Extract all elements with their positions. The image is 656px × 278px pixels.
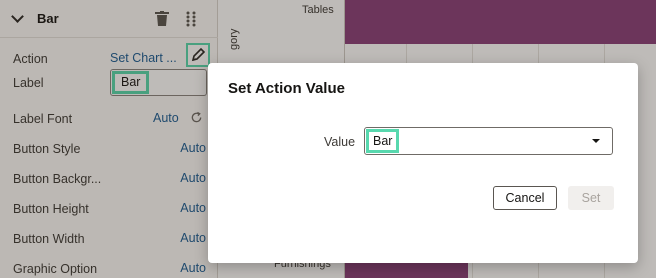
set-action-value-dialog: Set Action Value Value Bar Cancel Set bbox=[208, 63, 638, 263]
set-button[interactable]: Set bbox=[568, 186, 614, 210]
cancel-button[interactable]: Cancel bbox=[493, 186, 557, 210]
caret-down-icon[interactable] bbox=[592, 139, 600, 143]
dialog-title: Set Action Value bbox=[228, 80, 345, 97]
value-select-value: Bar bbox=[366, 129, 400, 153]
value-select[interactable]: Bar bbox=[364, 127, 613, 155]
value-label: Value bbox=[324, 135, 356, 149]
